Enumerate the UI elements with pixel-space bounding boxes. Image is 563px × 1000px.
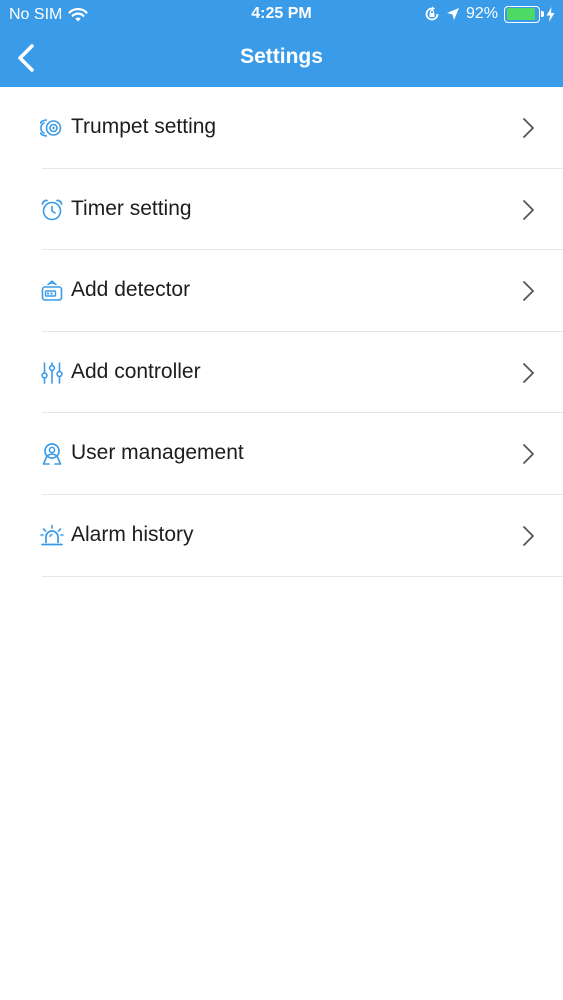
status-right: 92% xyxy=(424,5,555,23)
menu-item-label: User management xyxy=(71,441,244,465)
chevron-right-icon xyxy=(523,118,534,138)
page-title: Settings xyxy=(240,45,323,68)
menu-item-label: Timer setting xyxy=(71,196,192,220)
location-arrow-icon xyxy=(446,8,459,20)
menu-item-trumpet-setting[interactable]: Trumpet setting xyxy=(0,87,563,169)
divider xyxy=(42,575,563,577)
menu-item-user-management[interactable]: User management xyxy=(0,413,563,495)
header: No SIM 4:25 PM 92% Settings xyxy=(0,0,563,87)
user-icon xyxy=(42,443,62,466)
menu-item-label: Add controller xyxy=(71,359,201,383)
battery-icon xyxy=(504,5,544,23)
detector-icon xyxy=(41,280,63,301)
siren-icon xyxy=(40,524,64,546)
chevron-right-icon xyxy=(523,281,534,302)
sliders-icon xyxy=(41,361,63,384)
status-bar: No SIM 4:25 PM 92% xyxy=(0,0,563,30)
menu-item-add-controller[interactable]: Add controller xyxy=(0,332,563,414)
menu-item-add-detector[interactable]: Add detector xyxy=(0,250,563,332)
charging-bolt-icon xyxy=(546,6,555,22)
battery-level xyxy=(506,8,536,20)
settings-list: Trumpet setting Timer setting Add detect… xyxy=(0,87,563,577)
menu-item-alarm-history[interactable]: Alarm history xyxy=(0,495,563,577)
alarm-clock-icon xyxy=(41,199,63,220)
menu-item-label: Add detector xyxy=(71,278,191,302)
battery-percent: 92% xyxy=(465,5,498,22)
chevron-right-icon xyxy=(523,199,534,220)
orientation-lock-icon xyxy=(425,6,439,21)
nav-bar: Settings xyxy=(0,30,563,87)
chevron-right-icon xyxy=(523,362,534,383)
menu-item-label: Trumpet setting xyxy=(71,115,217,138)
menu-item-label: Alarm history xyxy=(71,522,194,546)
chevron-right-icon xyxy=(523,526,534,546)
chevron-right-icon xyxy=(523,444,534,465)
menu-item-timer-setting[interactable]: Timer setting xyxy=(0,169,563,251)
speaker-icon xyxy=(40,119,62,137)
